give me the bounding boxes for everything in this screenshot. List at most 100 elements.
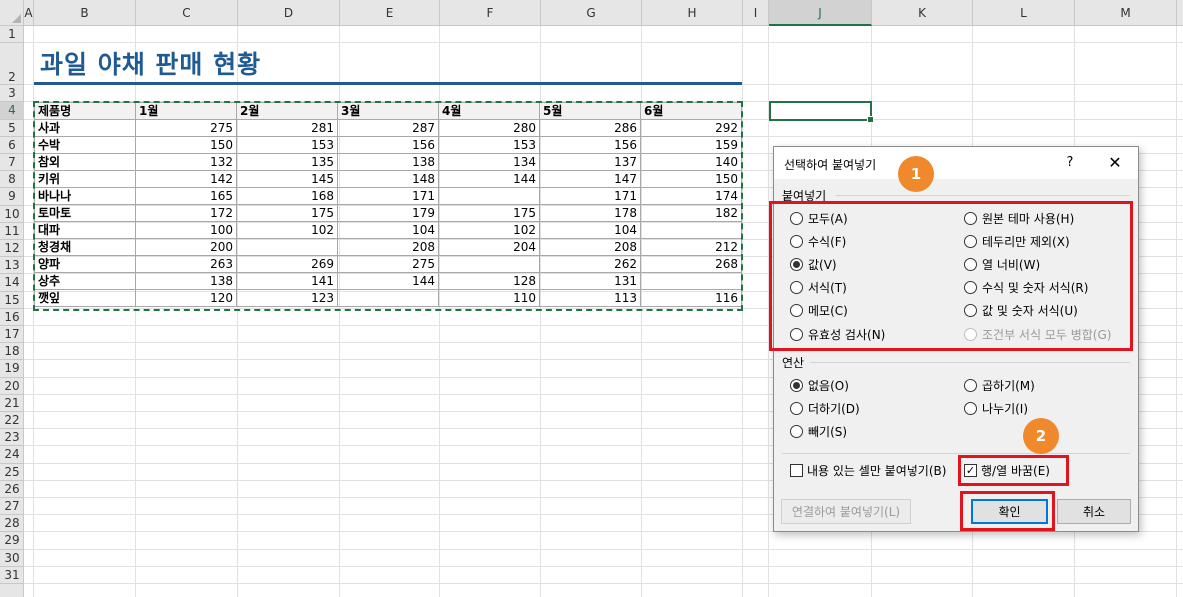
sales-value-cell[interactable]: 102: [438, 221, 540, 239]
row-header-18[interactable]: 18: [0, 343, 24, 361]
column-header-i[interactable]: I: [743, 0, 769, 26]
product-name-cell[interactable]: 키위: [34, 170, 136, 188]
product-name-cell[interactable]: 청경채: [34, 238, 136, 256]
product-name-cell[interactable]: 깻잎: [34, 289, 136, 307]
sales-value-cell[interactable]: 178: [539, 204, 641, 222]
sales-value-cell[interactable]: [337, 289, 439, 307]
sales-value-cell[interactable]: 138: [135, 272, 237, 290]
sales-value-cell[interactable]: 212: [640, 238, 742, 256]
sales-value-cell[interactable]: [640, 272, 742, 290]
sales-value-cell[interactable]: 269: [236, 255, 338, 273]
sales-value-cell[interactable]: 135: [236, 153, 338, 171]
sales-value-cell[interactable]: 287: [337, 119, 439, 137]
header-cell[interactable]: 6월: [640, 102, 742, 120]
sales-value-cell[interactable]: 144: [438, 170, 540, 188]
sales-value-cell[interactable]: 262: [539, 255, 641, 273]
sales-value-cell[interactable]: 280: [438, 119, 540, 137]
row-header-11[interactable]: 11: [0, 223, 24, 240]
sales-value-cell[interactable]: 179: [337, 204, 439, 222]
paste-option-radio[interactable]: 모두(A): [790, 209, 848, 227]
active-cell-j4[interactable]: [769, 101, 874, 123]
sales-value-cell[interactable]: [438, 187, 540, 205]
sales-value-cell[interactable]: 131: [539, 272, 641, 290]
column-header-l[interactable]: L: [973, 0, 1075, 26]
header-cell[interactable]: 2월: [236, 102, 338, 120]
row-header-9[interactable]: 9: [0, 188, 24, 206]
paste-option-radio[interactable]: 값 및 숫자 서식(U): [964, 302, 1078, 320]
row-header-7[interactable]: 7: [0, 154, 24, 172]
column-header-h[interactable]: H: [642, 0, 743, 26]
sales-value-cell[interactable]: 171: [337, 187, 439, 205]
row-header-8[interactable]: 8: [0, 171, 24, 189]
column-header-k[interactable]: K: [872, 0, 973, 26]
column-header-e[interactable]: E: [340, 0, 440, 26]
paste-option-radio[interactable]: 수식(F): [790, 232, 846, 250]
paste-link-button[interactable]: 연결하여 붙여넣기(L): [781, 499, 911, 524]
row-header-16[interactable]: 16: [0, 309, 24, 326]
transpose-checkbox[interactable]: ✓ 행/열 바꿈(E): [964, 461, 1050, 479]
sales-value-cell[interactable]: 172: [135, 204, 237, 222]
sales-value-cell[interactable]: 153: [236, 136, 338, 154]
sales-value-cell[interactable]: 175: [236, 204, 338, 222]
sales-value-cell[interactable]: 204: [438, 238, 540, 256]
sales-value-cell[interactable]: 156: [539, 136, 641, 154]
operation-option-radio[interactable]: 없음(O): [790, 376, 849, 394]
ok-button[interactable]: 확인: [971, 499, 1048, 524]
row-header-20[interactable]: 20: [0, 378, 24, 395]
sales-value-cell[interactable]: 275: [135, 119, 237, 137]
sales-value-cell[interactable]: [236, 238, 338, 256]
operation-option-radio[interactable]: 나누기(I): [964, 399, 1028, 417]
sales-value-cell[interactable]: 147: [539, 170, 641, 188]
column-header-b[interactable]: B: [34, 0, 136, 26]
product-name-cell[interactable]: 수박: [34, 136, 136, 154]
sales-value-cell[interactable]: 171: [539, 187, 641, 205]
sales-value-cell[interactable]: 159: [640, 136, 742, 154]
sales-value-cell[interactable]: 137: [539, 153, 641, 171]
sales-value-cell[interactable]: 138: [337, 153, 439, 171]
row-header-10[interactable]: 10: [0, 206, 24, 223]
row-header-25[interactable]: 25: [0, 464, 24, 481]
row-header-12[interactable]: 12: [0, 240, 24, 258]
sales-value-cell[interactable]: 123: [236, 289, 338, 307]
column-header-j[interactable]: J: [769, 0, 872, 26]
sales-value-cell[interactable]: 286: [539, 119, 641, 137]
help-icon[interactable]: ?: [1060, 153, 1080, 173]
sales-value-cell[interactable]: 142: [135, 170, 237, 188]
paste-option-radio[interactable]: 수식 및 숫자 서식(R): [964, 279, 1088, 297]
row-header-22[interactable]: 22: [0, 412, 24, 430]
sales-value-cell[interactable]: 113: [539, 289, 641, 307]
paste-option-radio[interactable]: 유효성 검사(N): [790, 325, 885, 343]
sales-value-cell[interactable]: 116: [640, 289, 742, 307]
row-header-13[interactable]: 13: [0, 257, 24, 275]
sales-value-cell[interactable]: 156: [337, 136, 439, 154]
sales-value-cell[interactable]: 268: [640, 255, 742, 273]
sales-value-cell[interactable]: 175: [438, 204, 540, 222]
sales-value-cell[interactable]: 281: [236, 119, 338, 137]
header-cell[interactable]: 3월: [337, 102, 439, 120]
sales-value-cell[interactable]: 110: [438, 289, 540, 307]
sales-value-cell[interactable]: 182: [640, 204, 742, 222]
paste-option-radio[interactable]: 열 너비(W): [964, 255, 1040, 273]
operation-option-radio[interactable]: 더하기(D): [790, 399, 860, 417]
paste-option-radio[interactable]: 테두리만 제외(X): [964, 232, 1070, 250]
row-header-27[interactable]: 27: [0, 498, 24, 516]
row-header-14[interactable]: 14: [0, 274, 24, 292]
operation-option-radio[interactable]: 빼기(S): [790, 422, 847, 440]
cancel-button[interactable]: 취소: [1057, 499, 1131, 524]
sales-value-cell[interactable]: 102: [236, 221, 338, 239]
sales-value-cell[interactable]: 150: [640, 170, 742, 188]
paste-option-radio[interactable]: 원본 테마 사용(H): [964, 209, 1074, 227]
sales-value-cell[interactable]: 128: [438, 272, 540, 290]
sales-value-cell[interactable]: 200: [135, 238, 237, 256]
close-icon[interactable]: ✕: [1104, 153, 1126, 173]
row-header-28[interactable]: 28: [0, 515, 24, 533]
header-cell[interactable]: 제품명: [34, 102, 136, 120]
column-header-g[interactable]: G: [541, 0, 642, 26]
sales-value-cell[interactable]: [640, 221, 742, 239]
header-cell[interactable]: 4월: [438, 102, 540, 120]
sales-value-cell[interactable]: 148: [337, 170, 439, 188]
sales-value-cell[interactable]: 104: [539, 221, 641, 239]
product-name-cell[interactable]: 대파: [34, 221, 136, 239]
paste-option-radio[interactable]: 서식(T): [790, 279, 847, 297]
row-header-19[interactable]: 19: [0, 360, 24, 378]
